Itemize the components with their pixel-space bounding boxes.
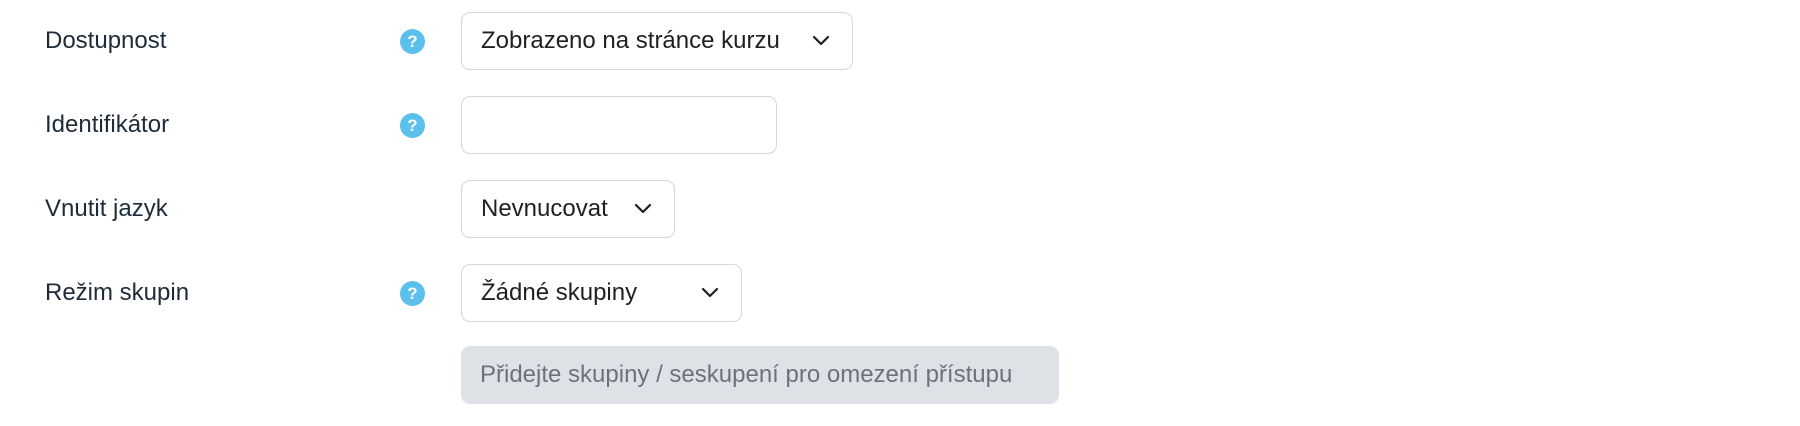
groupmode-select-value: Žádné skupiny	[481, 279, 638, 306]
question-circle-icon[interactable]: ?	[400, 281, 425, 306]
module-settings-form: Dostupnost ? Zobrazeno na stránce kurzu …	[0, 0, 1800, 426]
idnumber-row: Identifikátor ?	[0, 96, 1800, 154]
idnumber-input[interactable]	[461, 96, 777, 154]
language-select-value: Nevnucovat	[481, 195, 608, 222]
visibility-select[interactable]: Zobrazeno na stránce kurzu	[461, 12, 853, 70]
groupmode-row: Režim skupin ? Žádné skupiny	[0, 264, 1800, 322]
visibility-row: Dostupnost ? Zobrazeno na stránce kurzu	[0, 12, 1800, 70]
visibility-select-value: Zobrazeno na stránce kurzu	[481, 27, 780, 54]
language-row: Vnutit jazyk Nevnucovat	[0, 180, 1800, 238]
groupmode-select[interactable]: Žádné skupiny	[461, 264, 742, 322]
chevron-down-icon	[701, 287, 719, 298]
language-select[interactable]: Nevnucovat	[461, 180, 675, 238]
question-circle-icon[interactable]: ?	[400, 113, 425, 138]
add-group-restriction-button[interactable]: Přidejte skupiny / seskupení pro omezení…	[461, 346, 1059, 404]
visibility-label: Dostupnost	[45, 27, 167, 54]
chevron-down-icon	[812, 35, 830, 46]
language-label: Vnutit jazyk	[45, 195, 168, 222]
question-circle-icon[interactable]: ?	[400, 29, 425, 54]
idnumber-label: Identifikátor	[45, 111, 170, 138]
groupmode-label: Režim skupin	[45, 279, 190, 306]
chevron-down-icon	[634, 203, 652, 214]
